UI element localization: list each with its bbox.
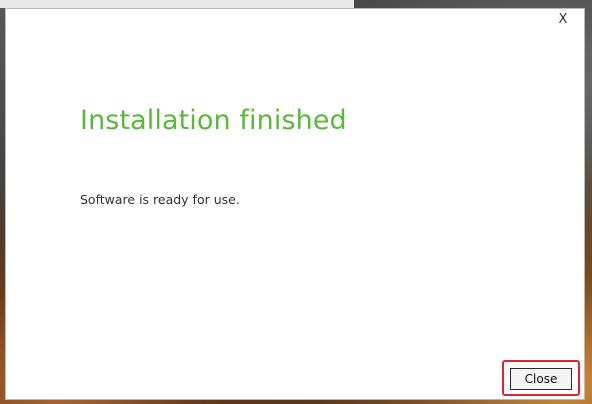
dialog-title: Installation finished bbox=[80, 105, 347, 136]
background-window-edge bbox=[0, 0, 354, 8]
installer-dialog: X Installation finished Software is read… bbox=[5, 8, 585, 400]
close-icon[interactable]: X bbox=[554, 9, 572, 29]
dialog-message: Software is ready for use. bbox=[80, 192, 240, 207]
close-button[interactable]: Close bbox=[510, 368, 572, 390]
